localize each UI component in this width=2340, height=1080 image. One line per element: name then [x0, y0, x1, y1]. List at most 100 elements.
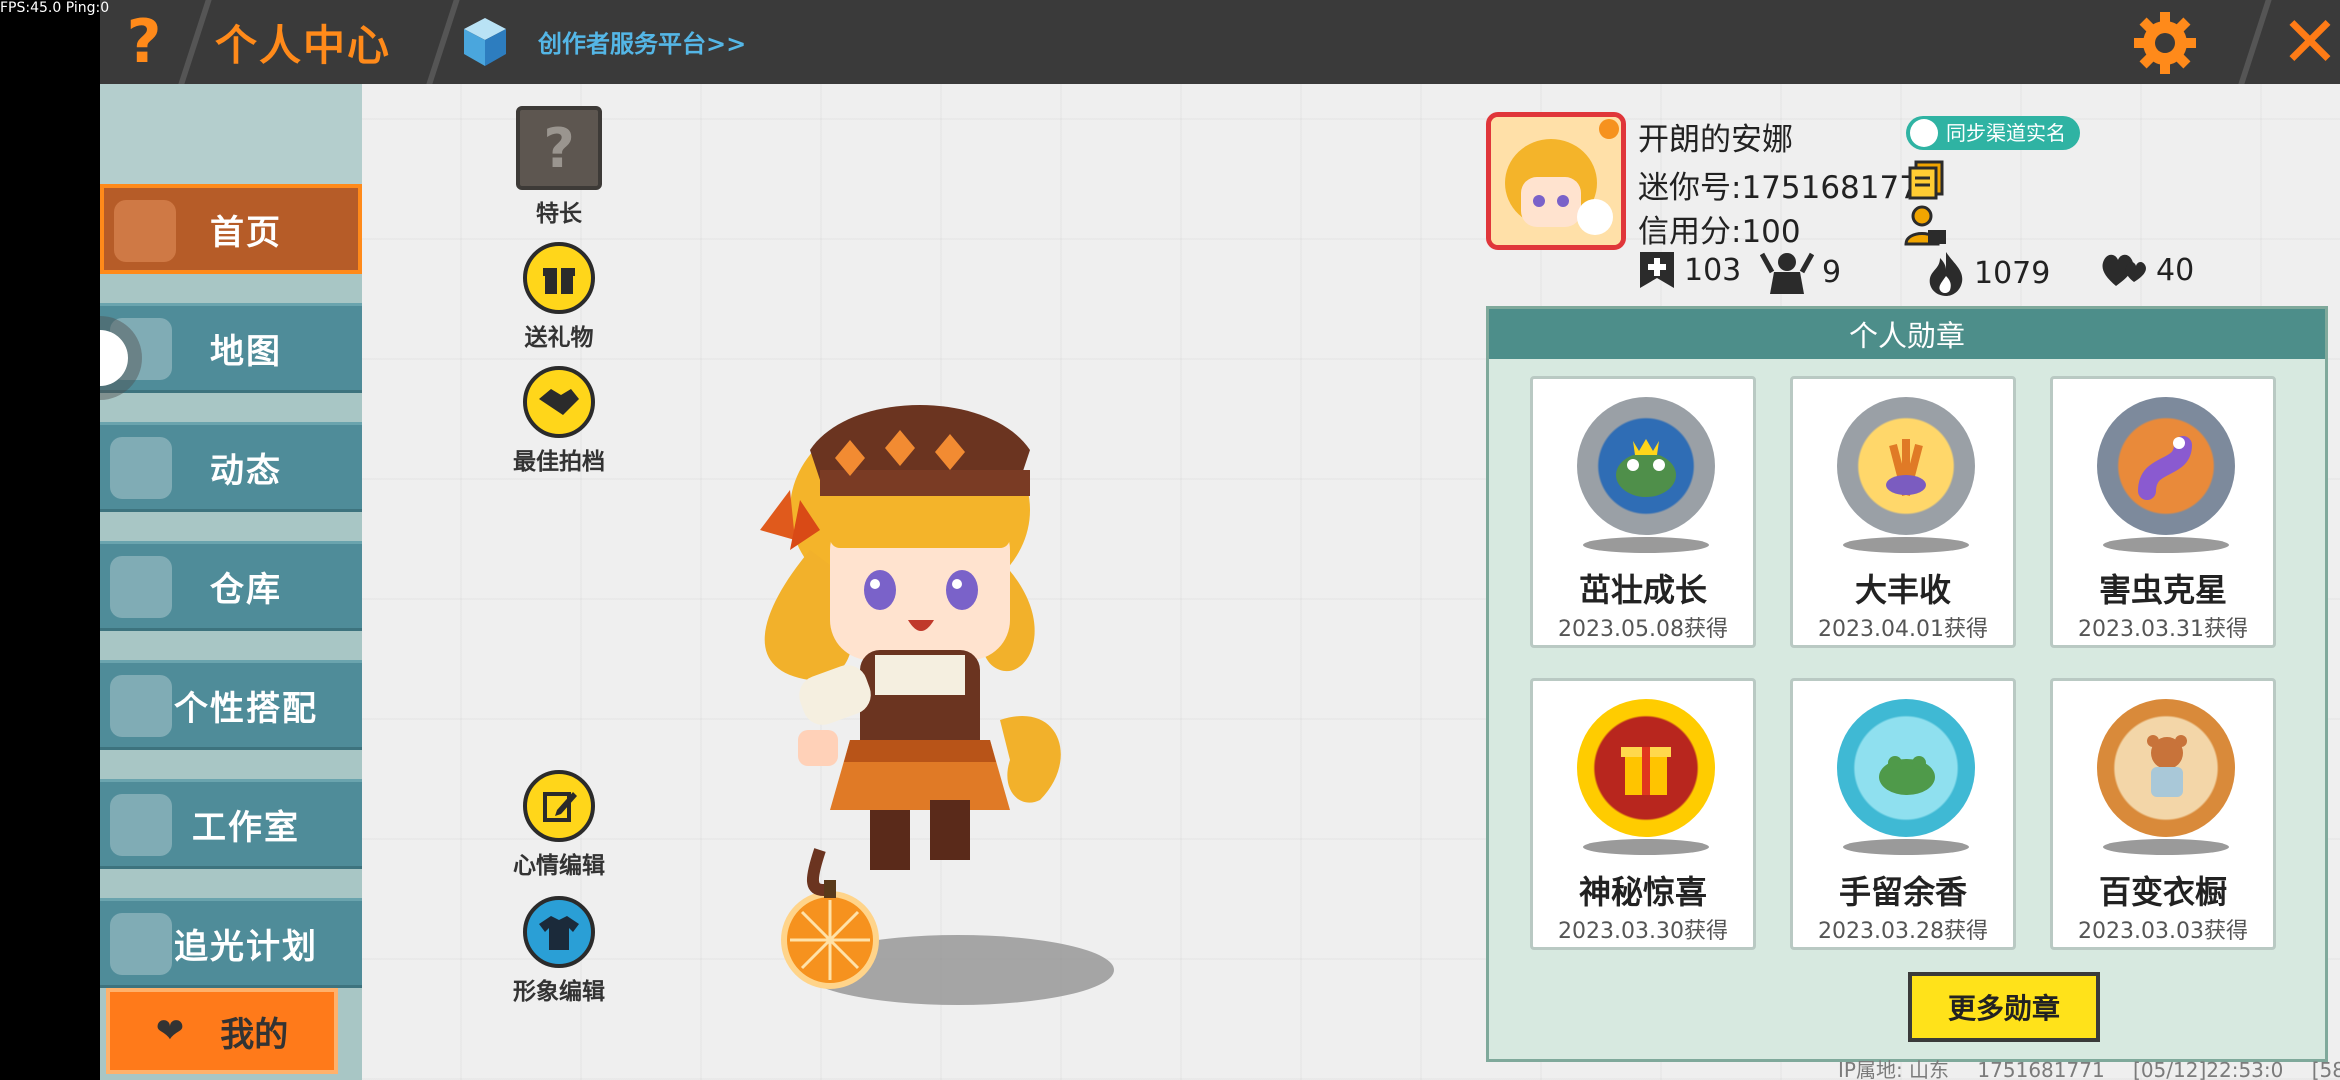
heart-icon: ❤ — [155, 1011, 185, 1051]
medal-name: 大丰收 — [1854, 571, 1951, 609]
medal-name: 害虫克星 — [2098, 571, 2227, 609]
mine-button[interactable]: ❤ 我的 — [106, 988, 338, 1074]
medal-date: 2023.05.08获得 — [1558, 617, 1728, 642]
sidebar-item-label: 仓库 — [210, 569, 282, 610]
player-avatar-character[interactable] — [700, 380, 1160, 1000]
bear-mirror-icon — [2147, 735, 2187, 797]
sidebar-item-outfit[interactable]: 个性搭配 — [100, 660, 362, 750]
medal-pedestal — [1843, 839, 1969, 855]
best-partner-button[interactable]: 最佳拍档 — [494, 366, 624, 476]
ping-text: Ping:0 — [65, 0, 110, 16]
frog-icon — [1879, 756, 1935, 795]
specialty-glyph: ? — [543, 116, 575, 180]
sidebar-item-label: 首页 — [210, 212, 282, 253]
avatar[interactable] — [1486, 112, 1626, 250]
mood-edit-button[interactable]: 心情编辑 — [494, 770, 624, 880]
close-icon: ✕ — [2280, 1, 2340, 83]
medal-panel-title: 个人勋章 — [1489, 309, 2325, 359]
image-edit-button[interactable]: 形象编辑 — [494, 896, 624, 1006]
medal-pedestal — [2103, 537, 2229, 553]
medal-name: 神秘惊喜 — [1578, 873, 1707, 911]
profile-name: 开朗的安娜 — [1638, 122, 1793, 158]
sidebar-item-feed[interactable]: 动态 — [100, 422, 362, 512]
medal-date: 2023.03.30获得 — [1558, 919, 1728, 944]
fps-text: FPS:45.0 — [0, 0, 62, 16]
hearts-icon — [2102, 254, 2146, 286]
gift-icon — [523, 242, 595, 314]
sidebar-item-label: 个性搭配 — [174, 688, 318, 729]
likes-count: 40 — [2156, 252, 2195, 288]
divider — [426, 0, 460, 84]
popularity-count: 1079 — [1974, 255, 2051, 291]
footer-uid: 1751681771 — [1977, 1058, 2105, 1080]
status-footer: IP属地: 山东 1751681771 [05/12]22:53:0 [58]1… — [1838, 1054, 2340, 1080]
edit-icon — [523, 770, 595, 842]
page-title: 个人中心 — [215, 21, 392, 70]
action-label: 特长 — [536, 201, 582, 227]
sidebar-item-label: 工作室 — [192, 807, 300, 848]
sidebar-item-map[interactable]: 地图 — [100, 303, 362, 393]
credit-score: 信用分:100 — [1638, 214, 1801, 250]
divider — [178, 0, 212, 84]
gift-box-icon — [1621, 747, 1671, 795]
specialty-button[interactable]: ? 特长 — [494, 106, 624, 228]
sidebar-item-chase-light[interactable]: 追光计划 — [100, 898, 362, 988]
medal-pedestal — [1843, 537, 1969, 553]
popularity-stat[interactable]: 1079 — [1926, 250, 2050, 296]
medal-name: 茁壮成长 — [1578, 571, 1707, 609]
worm-icon — [2138, 436, 2192, 500]
mini-id: 迷你号:1751681771 — [1638, 170, 1939, 206]
fans-icon — [1760, 252, 1814, 294]
medal-card[interactable]: 大丰收 2023.04.01获得 — [1790, 376, 2016, 648]
footer-version: [58]1.25.6 — [2311, 1058, 2340, 1080]
bookmark-icon — [1640, 252, 1674, 288]
medal-card[interactable]: 手留余香 2023.03.28获得 — [1790, 678, 2016, 950]
sidebar-header — [100, 84, 362, 184]
copy-icon[interactable] — [1908, 160, 1946, 200]
likes-stat[interactable]: 40 — [2100, 250, 2194, 290]
sidebar: 首页 地图 动态 仓库 个性搭配 工作室 追光计划 ❤ 我的 — [100, 84, 362, 1080]
wheat-icon — [1886, 439, 1926, 497]
more-medals-button[interactable]: 更多勋章 — [1908, 972, 2100, 1042]
question-icon: ? — [126, 7, 162, 77]
medal-date: 2023.03.31获得 — [2078, 617, 2248, 642]
medal-pedestal — [1583, 839, 1709, 855]
fans-stat[interactable]: 9 — [1760, 250, 1841, 294]
medal-card[interactable]: 神秘惊喜 2023.03.30获得 — [1530, 678, 1756, 950]
sidebar-item-label: 追光计划 — [174, 926, 318, 967]
medal-name: 百变衣橱 — [2098, 873, 2227, 911]
debug-overlay: FPS:45.0 Ping:0 — [0, 0, 109, 16]
top-bar: ? 个人中心 创作者服务平台>> ✕ — [100, 0, 2340, 84]
sync-realname-badge[interactable]: 同步渠道实名 — [1906, 116, 2080, 150]
medal-name: 手留余香 — [1838, 873, 1967, 911]
action-label: 最佳拍档 — [513, 449, 605, 475]
sync-badge-label: 同步渠道实名 — [1946, 121, 2066, 145]
fans-count: 9 — [1822, 254, 1842, 290]
favorites-stat[interactable]: 103 — [1638, 250, 1741, 290]
medal-card[interactable]: 百变衣橱 2023.03.03获得 — [2050, 678, 2276, 950]
sidebar-item-storage[interactable]: 仓库 — [100, 541, 362, 631]
close-button[interactable]: ✕ — [2278, 1, 2340, 83]
credit-info-icon[interactable] — [1904, 204, 1948, 248]
medal-card[interactable]: 茁壮成长 2023.05.08获得 — [1530, 376, 1756, 648]
medal-pedestal — [2103, 839, 2229, 855]
sidebar-item-studio[interactable]: 工作室 — [100, 779, 362, 869]
medal-date: 2023.04.01获得 — [1818, 617, 1988, 642]
frog-king-icon — [1616, 439, 1676, 497]
creator-platform-link[interactable]: 创作者服务平台>> — [538, 24, 746, 59]
divider — [2238, 0, 2272, 84]
medal-card[interactable]: 害虫克星 2023.03.31获得 — [2050, 376, 2276, 648]
send-gift-button[interactable]: 送礼物 — [494, 242, 624, 352]
handshake-icon — [523, 366, 595, 438]
user-check-icon — [1910, 119, 1938, 147]
medal-date: 2023.03.28获得 — [1818, 919, 1988, 944]
footer-time: [05/12]22:53:0 — [2133, 1058, 2284, 1080]
ip-location: IP属地: 山东 — [1838, 1058, 1950, 1080]
sidebar-item-home[interactable]: 首页 — [100, 184, 362, 274]
action-label: 心情编辑 — [513, 853, 605, 879]
flame-icon — [1929, 252, 1963, 296]
help-button[interactable]: ? — [108, 6, 180, 78]
medal-pedestal — [1583, 537, 1709, 553]
gear-icon[interactable] — [2132, 10, 2198, 76]
medal-date: 2023.03.03获得 — [2078, 919, 2248, 944]
